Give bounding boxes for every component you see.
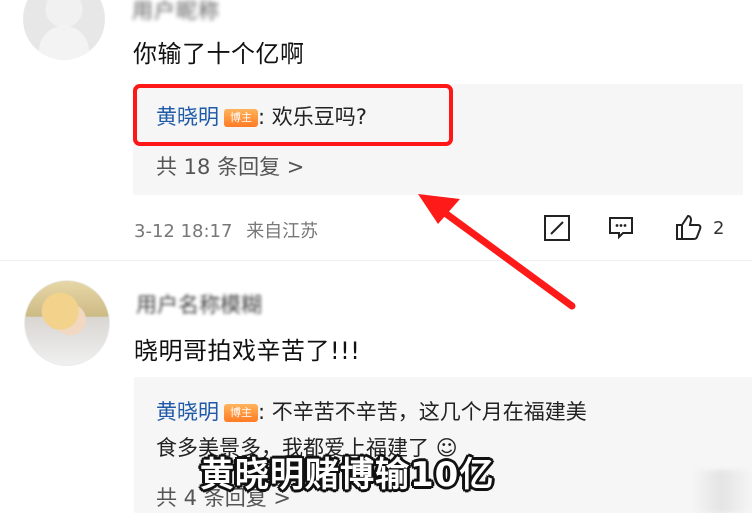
reply-count-link[interactable]: 共 18 条回复 > (156, 151, 304, 181)
commenter-name-blurred: 用户名称模糊 (136, 293, 262, 317)
red-highlight-box (133, 84, 453, 146)
video-caption: 黄晓明赌博输10亿 (200, 455, 495, 495)
author-badge: 博主 (224, 404, 258, 422)
comment-text: 你输了十个亿啊 (133, 40, 305, 68)
red-arrow (396, 188, 576, 310)
user-avatar[interactable] (24, 280, 110, 366)
comment-meta: 3-12 18:17 来自江苏 (134, 217, 318, 243)
user-avatar[interactable] (23, 0, 105, 60)
like-icon[interactable] (672, 211, 704, 243)
comment-time: 3-12 18:17 (134, 221, 233, 242)
commenter-name-blurred: 用户昵称 (132, 0, 220, 23)
reply-line[interactable]: 黄晓明 博主: 不辛苦不辛苦，这几个月在福建美 (156, 396, 587, 426)
comment-icon[interactable] (607, 214, 635, 242)
reply-author-name[interactable]: 黄晓明 (156, 400, 219, 424)
comment-location: 来自江苏 (246, 221, 319, 242)
comment-text: 晓明哥拍戏辛苦了!!! (134, 337, 361, 365)
reply-content: : 不辛苦不辛苦，这几个月在福建美 (258, 400, 587, 424)
blurred-corner (690, 470, 752, 513)
like-count: 2 (713, 218, 725, 239)
comment-divider (0, 260, 752, 261)
